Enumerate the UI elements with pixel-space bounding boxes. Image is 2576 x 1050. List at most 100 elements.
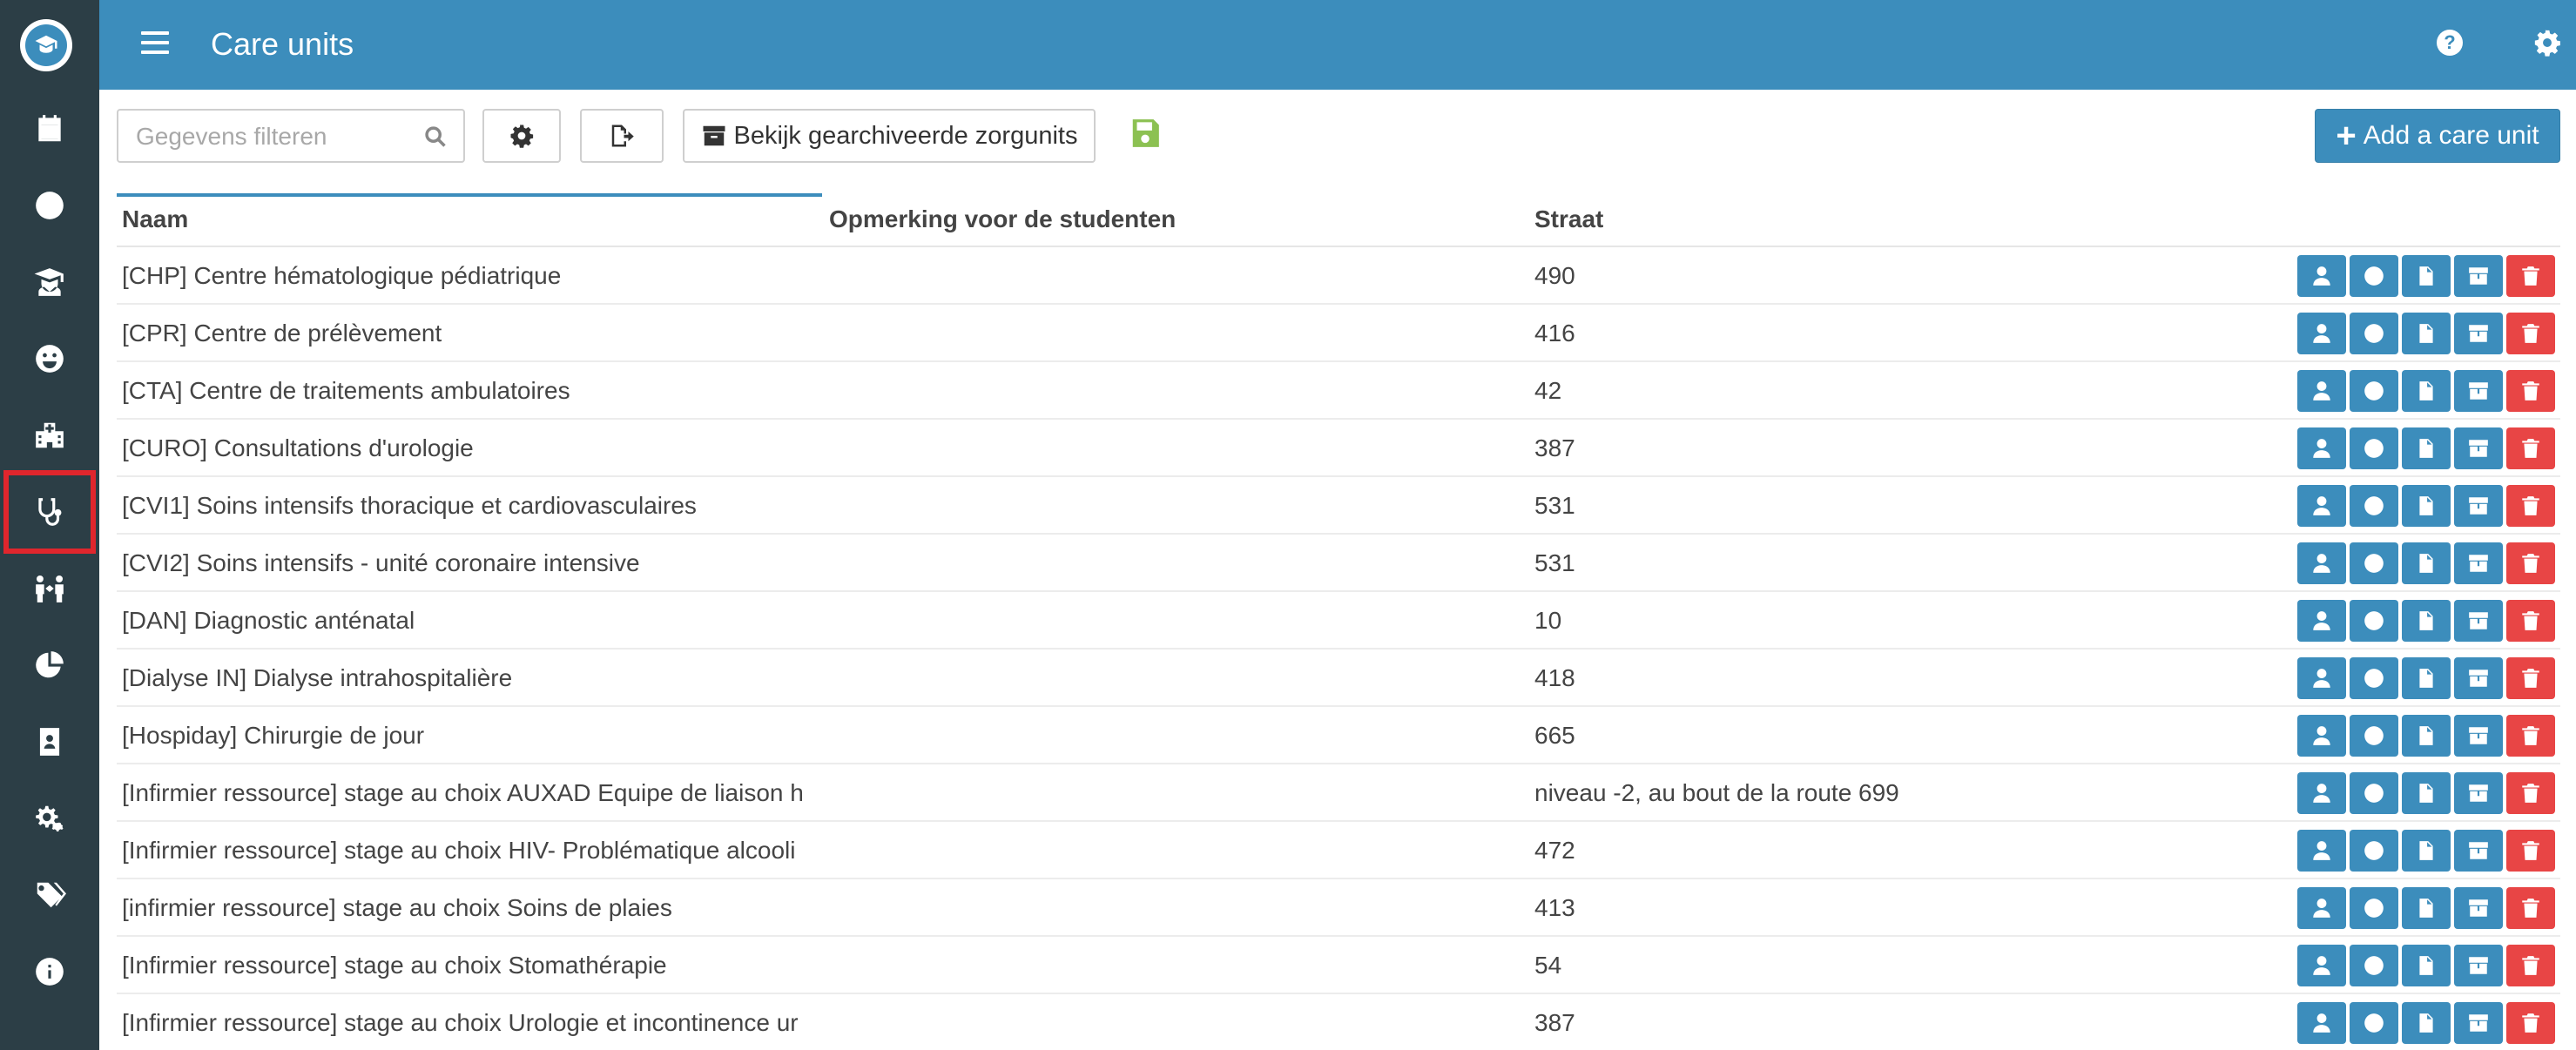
row-delete-button[interactable]: [2506, 255, 2555, 297]
table-row: [Infirmier ressource] stage au choix Sto…: [117, 937, 2560, 994]
row-schedule-button[interactable]: [2350, 255, 2398, 297]
row-schedule-button[interactable]: [2350, 600, 2398, 642]
row-document-button[interactable]: [2402, 542, 2451, 584]
row-contacts-button[interactable]: [2297, 657, 2346, 699]
row-contacts-button[interactable]: [2297, 485, 2346, 527]
trash-icon: [2522, 899, 2539, 918]
row-document-button[interactable]: [2402, 715, 2451, 757]
sidebar-item-students[interactable]: [0, 244, 99, 320]
row-document-button[interactable]: [2402, 657, 2451, 699]
row-document-button[interactable]: [2402, 772, 2451, 814]
row-document-button[interactable]: [2402, 600, 2451, 642]
row-delete-button[interactable]: [2506, 945, 2555, 986]
row-schedule-button[interactable]: [2350, 830, 2398, 872]
row-contacts-button[interactable]: [2297, 772, 2346, 814]
row-contacts-button[interactable]: [2297, 313, 2346, 354]
sidebar-item-history[interactable]: [0, 167, 99, 244]
column-header-name[interactable]: Naam: [122, 205, 188, 233]
row-archive-button[interactable]: [2454, 657, 2503, 699]
column-settings-button[interactable]: [482, 109, 561, 163]
sidebar-item-settings[interactable]: [0, 780, 99, 857]
sidebar-item-patients[interactable]: [0, 320, 99, 397]
row-archive-button[interactable]: [2454, 370, 2503, 412]
row-archive-button[interactable]: [2454, 255, 2503, 297]
row-archive-button[interactable]: [2454, 600, 2503, 642]
row-document-button[interactable]: [2402, 485, 2451, 527]
row-schedule-button[interactable]: [2350, 485, 2398, 527]
row-schedule-button[interactable]: [2350, 772, 2398, 814]
row-schedule-button[interactable]: [2350, 1002, 2398, 1044]
save-icon[interactable]: [1129, 117, 1162, 150]
row-archive-button[interactable]: [2454, 945, 2503, 986]
row-archive-button[interactable]: [2454, 887, 2503, 929]
menu-toggle-icon[interactable]: [141, 31, 169, 56]
row-contacts-button[interactable]: [2297, 887, 2346, 929]
row-contacts-button[interactable]: [2297, 600, 2346, 642]
row-archive-button[interactable]: [2454, 715, 2503, 757]
row-schedule-button[interactable]: [2350, 945, 2398, 986]
row-document-button[interactable]: [2402, 313, 2451, 354]
row-delete-button[interactable]: [2506, 715, 2555, 757]
row-delete-button[interactable]: [2506, 485, 2555, 527]
row-delete-button[interactable]: [2506, 657, 2555, 699]
row-schedule-button[interactable]: [2350, 542, 2398, 584]
row-schedule-button[interactable]: [2350, 657, 2398, 699]
filter-input[interactable]: [136, 121, 415, 152]
sidebar-item-info[interactable]: [0, 933, 99, 1010]
sidebar-item-statistics[interactable]: [0, 627, 99, 703]
row-contacts-button[interactable]: [2297, 427, 2346, 469]
row-schedule-button[interactable]: [2350, 427, 2398, 469]
archive-icon: [2469, 555, 2488, 572]
gear-icon[interactable]: [2532, 28, 2562, 57]
row-archive-button[interactable]: [2454, 427, 2503, 469]
row-schedule-button[interactable]: [2350, 715, 2398, 757]
row-document-button[interactable]: [2402, 945, 2451, 986]
row-document-button[interactable]: [2402, 887, 2451, 929]
row-document-button[interactable]: [2402, 427, 2451, 469]
row-archive-button[interactable]: [2454, 485, 2503, 527]
sidebar-item-calendar[interactable]: [0, 91, 99, 167]
sidebar-item-care-units[interactable]: [3, 470, 96, 554]
row-archive-button[interactable]: [2454, 1002, 2503, 1044]
row-archive-button[interactable]: [2454, 772, 2503, 814]
row-delete-button[interactable]: [2506, 600, 2555, 642]
row-schedule-button[interactable]: [2350, 370, 2398, 412]
add-care-unit-button[interactable]: + Add a care unit: [2315, 109, 2560, 163]
row-document-button[interactable]: [2402, 255, 2451, 297]
row-delete-button[interactable]: [2506, 542, 2555, 584]
sidebar-item-contacts[interactable]: [0, 703, 99, 780]
sidebar-item-tags[interactable]: [0, 857, 99, 933]
help-icon[interactable]: ?: [2437, 30, 2463, 56]
row-document-button[interactable]: [2402, 1002, 2451, 1044]
row-actions: [2297, 370, 2555, 412]
row-contacts-button[interactable]: [2297, 370, 2346, 412]
row-contacts-button[interactable]: [2297, 945, 2346, 986]
row-delete-button[interactable]: [2506, 830, 2555, 872]
row-delete-button[interactable]: [2506, 427, 2555, 469]
sidebar-item-internships[interactable]: [0, 550, 99, 627]
row-contacts-button[interactable]: [2297, 830, 2346, 872]
row-delete-button[interactable]: [2506, 370, 2555, 412]
sidebar-item-institutions[interactable]: [0, 397, 99, 474]
row-delete-button[interactable]: [2506, 772, 2555, 814]
export-button[interactable]: [580, 109, 664, 163]
row-contacts-button[interactable]: [2297, 255, 2346, 297]
row-contacts-button[interactable]: [2297, 542, 2346, 584]
row-document-button[interactable]: [2402, 370, 2451, 412]
column-header-remark[interactable]: Opmerking voor de studenten: [829, 205, 1176, 233]
logo[interactable]: [20, 19, 72, 71]
row-delete-button[interactable]: [2506, 1002, 2555, 1044]
row-contacts-button[interactable]: [2297, 715, 2346, 757]
view-archived-button[interactable]: Bekijk gearchiveerde zorgunits: [683, 109, 1096, 163]
row-archive-button[interactable]: [2454, 830, 2503, 872]
row-document-button[interactable]: [2402, 830, 2451, 872]
row-contacts-button[interactable]: [2297, 1002, 2346, 1044]
row-schedule-button[interactable]: [2350, 887, 2398, 929]
row-archive-button[interactable]: [2454, 313, 2503, 354]
row-schedule-button[interactable]: [2350, 313, 2398, 354]
sort-indicator: [117, 193, 822, 197]
row-archive-button[interactable]: [2454, 542, 2503, 584]
row-delete-button[interactable]: [2506, 887, 2555, 929]
column-header-street[interactable]: Straat: [1534, 205, 1603, 233]
row-delete-button[interactable]: [2506, 313, 2555, 354]
